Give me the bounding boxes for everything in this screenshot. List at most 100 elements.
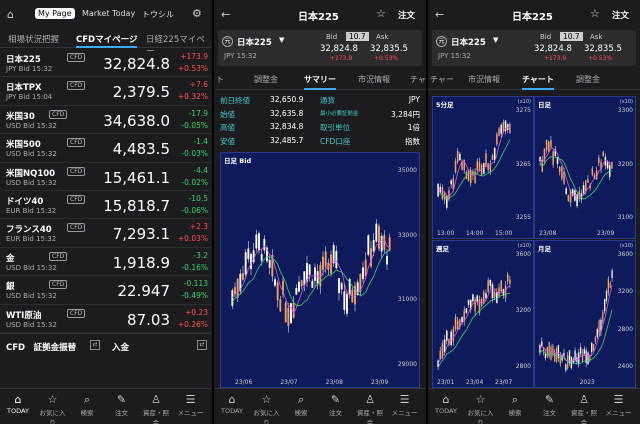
tab-partial[interactable]: ト: [216, 74, 224, 85]
quote-row[interactable]: 金 USD Bid 15:32 CFD 1,918.9 -3.2 -0.16%: [0, 248, 212, 277]
candle: [583, 349, 585, 354]
deposit-label[interactable]: 入金: [112, 341, 129, 353]
candle: [474, 299, 476, 312]
favorites-icon: ☆: [475, 393, 486, 406]
tab-adjustment[interactable]: 調整金: [576, 74, 600, 85]
candle: [491, 284, 494, 299]
tab-adjustment[interactable]: 調整金: [254, 74, 278, 85]
quote-row[interactable]: 米国30 USD Bid 15:32 CFD 34,638.0 -17.9 -0.05%: [0, 106, 212, 135]
quote-row[interactable]: 米国NQ100 USD Bid 15:32 CFD 15,461.1 -4.4 -0.02…: [0, 163, 212, 191]
star-icon[interactable]: ☆: [376, 7, 386, 20]
today-icon: ⌂: [442, 393, 450, 406]
nav-today[interactable]: ⌂ TODAY: [4, 393, 32, 415]
quote-row[interactable]: WTI原油 USD Bid 15:32 CFD 87.03 +0.23 +0.26%: [0, 305, 212, 333]
tab-cfd-mypage[interactable]: CFDマイページ: [76, 33, 138, 48]
order-button[interactable]: 注文: [612, 9, 629, 21]
bid-price[interactable]: 32,824.8: [320, 44, 358, 54]
instrument-name: 金: [6, 253, 15, 264]
tab-chart-partial[interactable]: チャー: [430, 74, 454, 85]
candle: [498, 287, 500, 297]
instrument-select[interactable]: 日本225: [237, 36, 272, 48]
tab-my-page[interactable]: My Page: [35, 8, 75, 19]
ask-price[interactable]: 32,835.5: [584, 44, 622, 54]
nav-menu[interactable]: ☰ メニュー: [605, 393, 633, 417]
quote-row[interactable]: 銀 USD Bid 15:32 CFD 22.947 -0.113 -0.49%: [0, 276, 212, 305]
nav-search[interactable]: ⌕ 検索: [287, 393, 315, 417]
summary-label: CFD口座: [320, 136, 351, 146]
cfd-transfer-label[interactable]: CFD 証拠金振替: [6, 341, 76, 353]
quote-row[interactable]: 日本TPX JPY Bid 15:04 CFD 2,379.5 +7.6 +0.32%: [0, 77, 212, 106]
bid-price[interactable]: 32,824.8: [534, 44, 572, 54]
star-icon[interactable]: ☆: [590, 7, 600, 20]
tab-market-overview[interactable]: 相場状況把握: [8, 33, 59, 45]
nav-menu[interactable]: ☰ メニュー: [391, 393, 419, 417]
tab-market-today[interactable]: Market Today: [82, 9, 135, 18]
change: -1.4: [193, 137, 208, 147]
nav-favorites[interactable]: ☆ お気に入り: [253, 393, 281, 424]
tab-chart[interactable]: チャート: [522, 74, 554, 90]
gear-icon[interactable]: ⚙: [192, 7, 202, 20]
chart-5min[interactable]: 5分足 (x10) 3275 3265 3255 13:00 14:00 15:00: [432, 96, 534, 239]
candle: [476, 160, 479, 171]
x-tick-label: 23/09: [597, 230, 615, 237]
candle: [247, 248, 250, 260]
candle: [450, 180, 452, 185]
chart-daily[interactable]: 日足 (x10) 3300 3200 3100 23/08 23/09: [534, 96, 636, 239]
chevron-down-icon[interactable]: ▼: [279, 36, 284, 44]
nav-assets[interactable]: ♙ 資産・照会: [356, 393, 384, 424]
ask-price[interactable]: 32,835.5: [370, 44, 408, 54]
quote-meta: USD Bid 15:32: [6, 178, 57, 187]
y-tick-label: 3265: [515, 160, 531, 168]
quote-row[interactable]: フランス40 EUR Bid 15:32 CFD 7,293.1 +2.3 +0.03%: [0, 219, 212, 248]
nav-assets[interactable]: ♙ 資産・照会: [142, 393, 170, 424]
detail-tabs: チャー 市況情報 チャート 調整金: [428, 70, 640, 90]
nav-assets[interactable]: ♙ 資産・照会: [570, 393, 598, 424]
nav-search[interactable]: ⌕ 検索: [73, 393, 101, 417]
nav-menu[interactable]: ☰ メニュー: [177, 393, 205, 417]
transfer-icon[interactable]: ⇄: [90, 340, 100, 350]
nav-order[interactable]: ✎ 注文: [536, 393, 564, 417]
nav-today[interactable]: ⌂ TODAY: [218, 393, 246, 415]
back-arrow-icon[interactable]: ←: [221, 8, 230, 21]
nav-favorites[interactable]: ☆ お気に入り: [467, 393, 495, 424]
nav-order[interactable]: ✎ 注文: [108, 393, 136, 417]
cfd-badge: CFD: [67, 223, 86, 233]
candle: [487, 280, 489, 292]
today-icon: ⌂: [14, 393, 22, 406]
chevron-down-icon[interactable]: ▼: [493, 36, 498, 44]
tab-summary[interactable]: サマリー: [304, 74, 336, 90]
candle: [491, 155, 494, 160]
instrument-select[interactable]: 日本225: [451, 36, 486, 48]
detail-header: ← 日本225 ☆ 注文: [428, 0, 640, 30]
tab-market-info[interactable]: 市況情報: [468, 74, 500, 85]
candle: [311, 280, 314, 288]
candle: [567, 195, 570, 202]
y-tick-label: 3200: [617, 160, 633, 168]
nav-label: 注文: [329, 409, 342, 417]
back-arrow-icon[interactable]: ←: [435, 8, 444, 21]
quote-row[interactable]: 日本225 JPY Bid 15:32 CFD 32,824.8 +173.9 +0.53…: [0, 49, 212, 78]
tab-market-info[interactable]: 市況情報: [358, 74, 390, 85]
chart-monthly[interactable]: 月足 (x10) 3600 3200 2800 2400 2023: [534, 240, 636, 388]
y-tick-label: 3600: [617, 251, 633, 258]
nav-search[interactable]: ⌕ 検索: [501, 393, 529, 417]
order-button[interactable]: 注文: [398, 9, 415, 21]
tab-toushiru[interactable]: トウシル: [142, 9, 174, 20]
home-icon[interactable]: ⌂: [7, 8, 14, 21]
quote-row[interactable]: ドイツ40 EUR Bid 15:32 CFD 15,818.7 -10.5 -0.06%: [0, 191, 212, 220]
deposit-icon[interactable]: ⇄: [197, 340, 207, 350]
candle: [579, 347, 582, 354]
nav-order[interactable]: ✎ 注文: [322, 393, 350, 417]
instrument-name: 米国500: [6, 140, 41, 151]
tab-chart-partial[interactable]: チャ: [410, 74, 426, 85]
chart-weekly[interactable]: 週足 (x10) 3600 3200 2800 23/01 23/04 23/07: [432, 240, 534, 388]
moving-average-line: [231, 238, 390, 315]
daily-chart[interactable]: 日足 Bid 35000 33000 31000 29000 23/06 23/07 23/…: [220, 152, 420, 388]
nav-favorites[interactable]: ☆ お気に入り: [39, 393, 67, 424]
cfd-badge: CFD: [67, 308, 86, 318]
summary-value: JPY: [408, 95, 420, 104]
nav-today[interactable]: ⌂ TODAY: [432, 393, 460, 415]
cfd-badge: CFD: [67, 166, 86, 176]
candle: [541, 341, 543, 347]
quote-row[interactable]: 米国500 USD Bid 15:32 CFD 4,483.5 -1.4 -0.03%: [0, 134, 212, 163]
